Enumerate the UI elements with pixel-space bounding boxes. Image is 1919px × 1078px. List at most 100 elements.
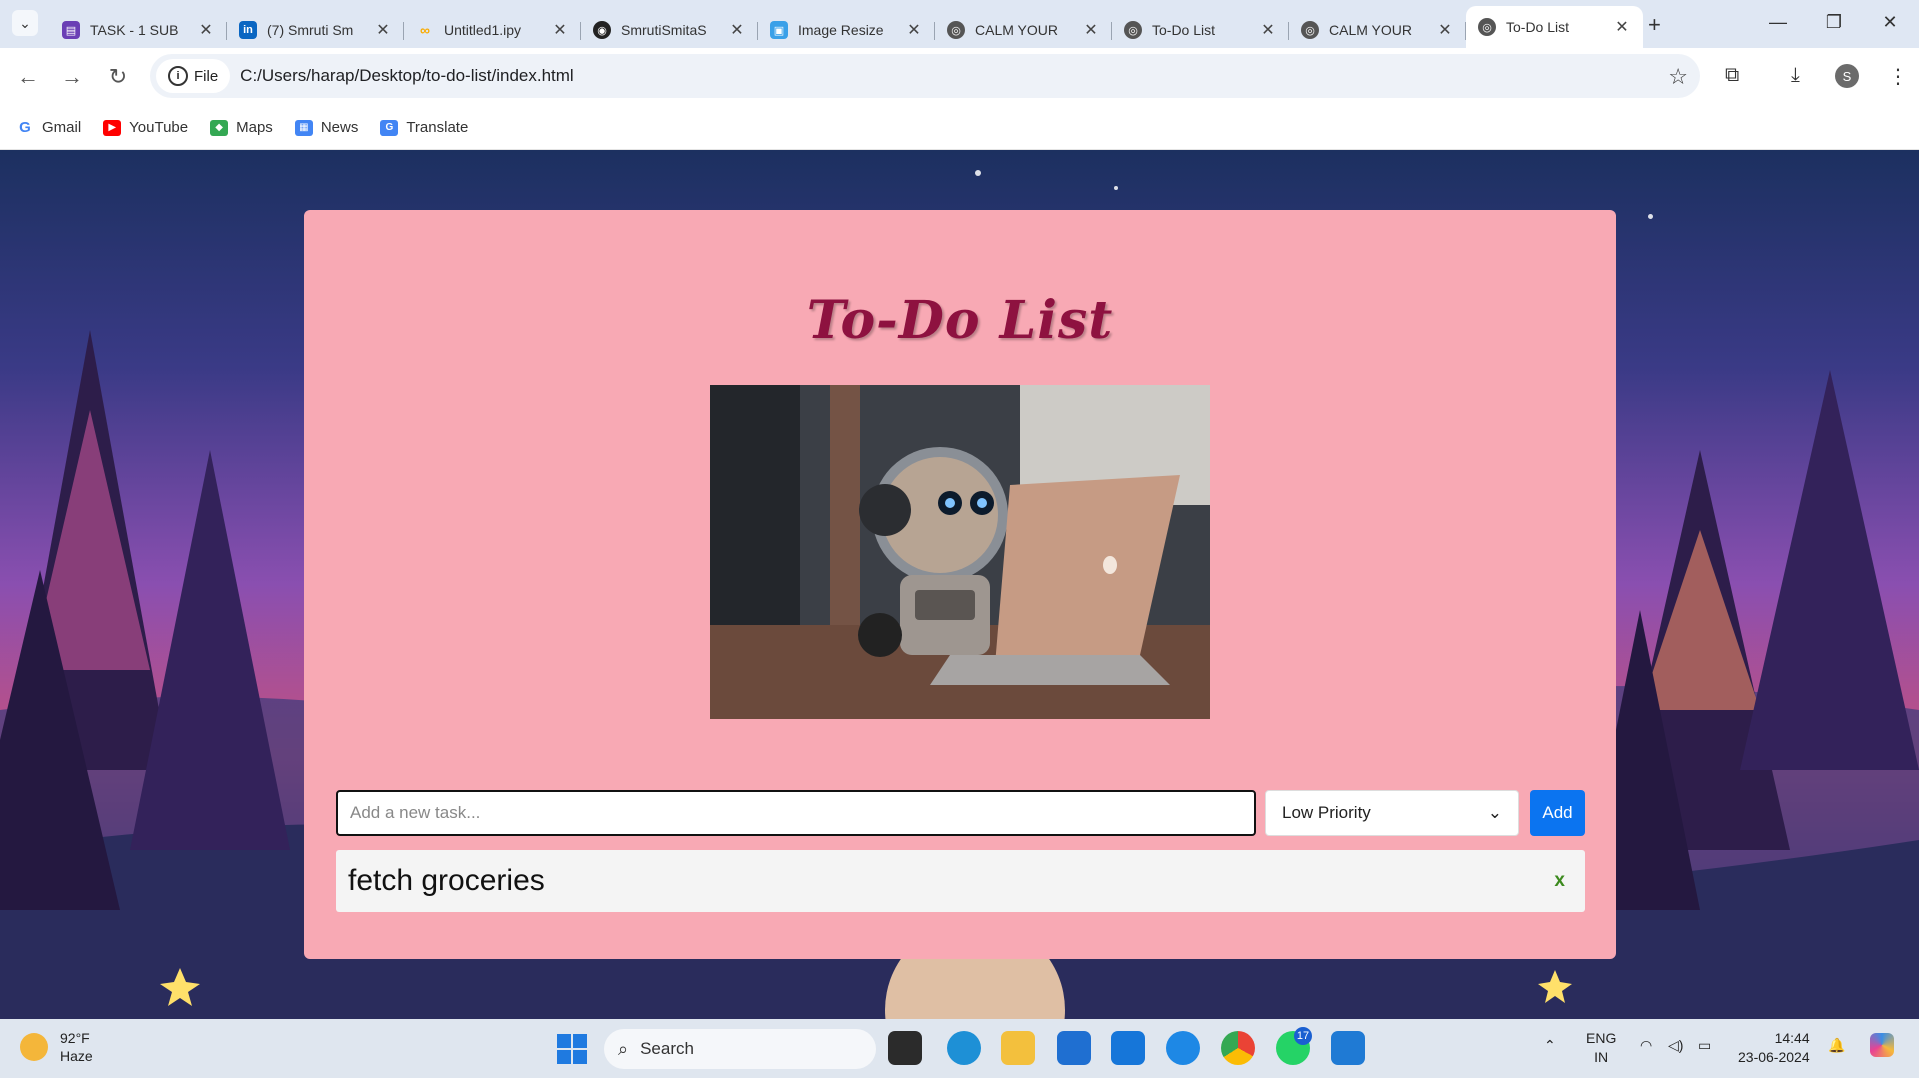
- priority-select[interactable]: Low Priority ⌄: [1265, 790, 1519, 836]
- bookmark-maps[interactable]: ◆ Maps: [210, 119, 273, 136]
- star-decoration: [1114, 186, 1118, 190]
- region-code: IN: [1594, 1049, 1609, 1065]
- news-icon: ▦: [294, 119, 313, 136]
- tab-todo-list[interactable]: ◎ To-Do List ✕: [1112, 12, 1289, 48]
- clock-time: 14:44: [1774, 1030, 1810, 1046]
- google-icon: G: [19, 119, 31, 136]
- robot-laptop-image: [710, 385, 1210, 719]
- tab-title: (7) Smruti Sm: [267, 22, 354, 38]
- tab-task-1-sub[interactable]: ▤ TASK - 1 SUB ✕: [50, 12, 227, 48]
- bookmarks-bar: G Gmail ▶ YouTube ◆ Maps ▦ News G Transl…: [0, 106, 1919, 150]
- page-viewport: To-Do List Low Priority ⌄ Add: [0, 150, 1919, 1019]
- download-icon[interactable]: ⤓: [1791, 64, 1800, 87]
- back-arrow-icon[interactable]: ←: [14, 64, 42, 90]
- menu-kebab-icon[interactable]: ⋮: [1888, 64, 1908, 89]
- tab-colab[interactable]: ∞ Untitled1.ipy ✕: [404, 12, 581, 48]
- translate-icon: G: [380, 119, 399, 136]
- close-icon[interactable]: ✕: [1082, 20, 1100, 40]
- forms-icon: ▤: [62, 21, 80, 39]
- linkedin-icon: in: [239, 21, 257, 39]
- tab-image-resize[interactable]: ▣ Image Resize ✕: [758, 12, 935, 48]
- windows-start-icon[interactable]: [557, 1034, 587, 1064]
- volume-icon[interactable]: ◁): [1668, 1037, 1683, 1054]
- bookmark-gmail[interactable]: G Gmail: [16, 119, 81, 136]
- close-icon[interactable]: ✕: [551, 20, 569, 40]
- tab-github[interactable]: ◉ SmrutiSmitaS ✕: [581, 12, 758, 48]
- star-decoration: [975, 170, 981, 176]
- site-info-chip[interactable]: i File: [156, 59, 231, 93]
- vscode-icon[interactable]: [1331, 1031, 1365, 1065]
- browser-toolbar: ← → ↻ i File C:/Users/harap/Desktop/to-d…: [0, 48, 1919, 106]
- tab-list: ▤ TASK - 1 SUB ✕ in (7) Smruti Sm ✕ ∞ Un…: [50, 6, 1643, 48]
- star-decoration: [1648, 214, 1653, 219]
- reload-icon[interactable]: ↻: [104, 64, 132, 90]
- close-icon[interactable]: ✕: [197, 20, 215, 40]
- tab-title: TASK - 1 SUB: [90, 22, 179, 38]
- file-explorer-icon[interactable]: [1001, 1031, 1035, 1065]
- task-view-icon[interactable]: [888, 1031, 922, 1065]
- tab-todo-list-active[interactable]: ◎ To-Do List ✕: [1466, 6, 1643, 48]
- weather-widget[interactable]: 92°F Haze: [20, 1029, 93, 1065]
- address-bar[interactable]: i File C:/Users/harap/Desktop/to-do-list…: [150, 54, 1700, 98]
- close-window-icon[interactable]: ✕: [1870, 12, 1910, 33]
- settings-app-icon[interactable]: [1166, 1031, 1200, 1065]
- colab-icon: ∞: [420, 22, 430, 38]
- url-text[interactable]: C:/Users/harap/Desktop/to-do-list/index.…: [240, 66, 574, 86]
- clock[interactable]: 14:44 23-06-2024: [1738, 1029, 1810, 1067]
- copilot-icon[interactable]: [1870, 1033, 1894, 1057]
- task-input[interactable]: [336, 790, 1256, 836]
- add-task-button[interactable]: Add: [1530, 790, 1585, 836]
- info-icon: i: [168, 66, 188, 86]
- taskbar-search[interactable]: ⌕ Search: [604, 1029, 876, 1069]
- close-icon[interactable]: ✕: [905, 20, 923, 40]
- tab-title: SmrutiSmitaS: [621, 22, 707, 38]
- globe-icon: ◎: [947, 21, 965, 39]
- chrome-icon[interactable]: [1221, 1031, 1255, 1065]
- edge-icon[interactable]: [947, 1031, 981, 1065]
- bookmark-news[interactable]: ▦ News: [294, 119, 359, 136]
- weather-description: Haze: [60, 1048, 93, 1064]
- globe-icon: ◎: [1478, 18, 1496, 36]
- close-icon[interactable]: ✕: [374, 20, 392, 40]
- new-tab-button[interactable]: +: [1648, 12, 1661, 38]
- bookmark-label: Translate: [406, 119, 469, 136]
- bookmark-star-icon[interactable]: ☆: [1668, 64, 1688, 90]
- notification-badge: 17: [1294, 1027, 1312, 1045]
- chevron-up-icon[interactable]: ⌃: [1544, 1037, 1556, 1054]
- close-icon[interactable]: ✕: [1436, 20, 1454, 40]
- github-icon: ◉: [593, 21, 611, 39]
- image-icon: ▣: [770, 21, 788, 39]
- bookmark-label: Gmail: [42, 119, 82, 136]
- chevron-down-icon: ⌄: [19, 14, 31, 31]
- bookmark-label: YouTube: [129, 119, 189, 136]
- delete-task-button[interactable]: x: [1554, 870, 1565, 892]
- windows-taskbar: 92°F Haze ⌕ Search 17 ⌃ ENG IN ◠ ◁) ▭ 14…: [0, 1019, 1919, 1078]
- forward-arrow-icon[interactable]: →: [58, 64, 86, 90]
- close-icon[interactable]: ✕: [1613, 17, 1631, 37]
- store-icon[interactable]: [1057, 1031, 1091, 1065]
- bookmark-youtube[interactable]: ▶ YouTube: [103, 119, 188, 136]
- minimize-icon[interactable]: —: [1758, 12, 1798, 33]
- battery-icon[interactable]: ▭: [1698, 1037, 1711, 1054]
- tab-title: Image Resize: [798, 22, 884, 38]
- todo-card: To-Do List Low Priority ⌄ Add: [304, 210, 1616, 959]
- notification-bell-icon[interactable]: 🔔: [1828, 1037, 1845, 1054]
- tab-calm-your[interactable]: ◎ CALM YOUR ✕: [935, 12, 1112, 48]
- tab-strip: ⌄ ▤ TASK - 1 SUB ✕ in (7) Smruti Sm ✕ ∞ …: [0, 0, 1919, 48]
- close-icon[interactable]: ✕: [1259, 20, 1277, 40]
- bookmark-translate[interactable]: G Translate: [380, 119, 468, 136]
- restore-icon[interactable]: ❐: [1814, 12, 1854, 33]
- extensions-icon[interactable]: ⧉: [1725, 64, 1739, 87]
- tab-linkedin[interactable]: in (7) Smruti Sm ✕: [227, 12, 404, 48]
- task-list-item: fetch groceries x: [336, 850, 1585, 912]
- close-icon[interactable]: ✕: [728, 20, 746, 40]
- bookmark-label: News: [320, 119, 359, 136]
- wifi-icon[interactable]: ◠: [1640, 1037, 1652, 1054]
- language-indicator[interactable]: ENG IN: [1586, 1029, 1616, 1067]
- tab-title: CALM YOUR: [975, 22, 1058, 38]
- page-title: To-Do List: [806, 290, 1114, 351]
- tab-search-button[interactable]: ⌄: [12, 10, 38, 36]
- myhp-icon[interactable]: [1111, 1031, 1145, 1065]
- tab-calm-your-2[interactable]: ◎ CALM YOUR ✕: [1289, 12, 1466, 48]
- profile-avatar[interactable]: S: [1835, 64, 1859, 88]
